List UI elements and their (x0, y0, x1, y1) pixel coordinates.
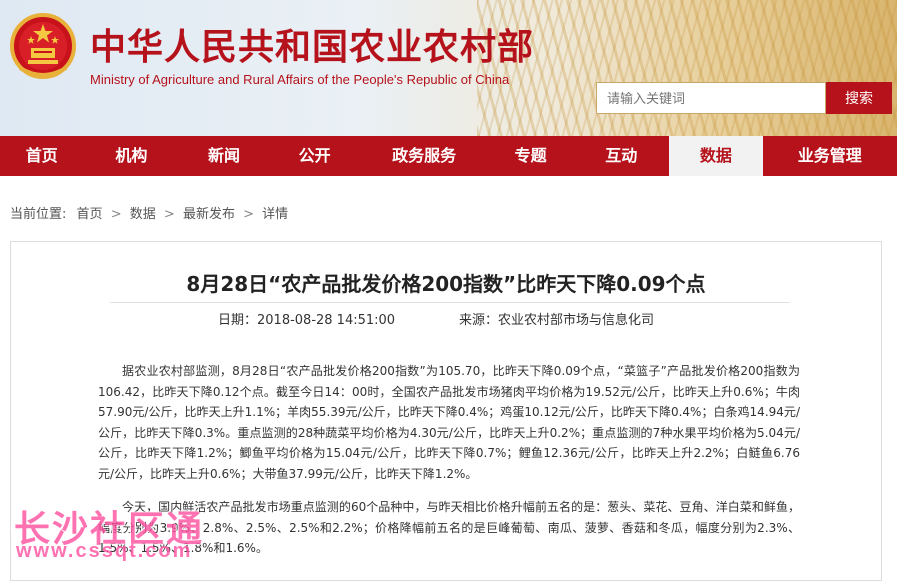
site-title-cn: 中华人民共和国农业农村部 (90, 26, 535, 68)
breadcrumb-current: 详情 (262, 207, 289, 222)
nav-item-interaction[interactable]: 互动 (573, 136, 669, 176)
breadcrumb-separator: > (243, 207, 254, 222)
nav-item-organization[interactable]: 机构 (84, 136, 180, 176)
nav-item-gov-services[interactable]: 政务服务 (360, 136, 487, 176)
title-divider (110, 302, 790, 303)
nav-item-news[interactable]: 新闻 (179, 136, 269, 176)
breadcrumb-prefix: 当前位置: (10, 207, 67, 222)
site-header: 中华人民共和国农业农村部 Ministry of Agriculture and… (0, 0, 897, 136)
wheat-banner-image (477, 0, 897, 136)
breadcrumb-separator: > (163, 207, 175, 222)
article-date: 日期：2018-08-28 14:51:00 (218, 313, 396, 328)
article-paragraph: 据农业农村部监测，8月28日“农产品批发价格200指数”为105.70，比昨天下… (98, 364, 800, 481)
nav-item-business[interactable]: 业务管理 (763, 136, 897, 176)
breadcrumb-link-data[interactable]: 数据 (130, 207, 156, 222)
breadcrumb-separator: > (110, 207, 122, 222)
breadcrumb-link-latest[interactable]: 最新发布 (183, 207, 235, 222)
watermark-url: www.cssqt.com (16, 540, 193, 562)
search-input[interactable] (596, 82, 826, 114)
breadcrumb-link-home[interactable]: 首页 (77, 207, 103, 222)
search-button[interactable]: 搜索 (826, 82, 892, 114)
national-emblem-icon (10, 13, 76, 79)
site-title-en: Ministry of Agriculture and Rural Affair… (90, 72, 510, 87)
nav-item-public[interactable]: 公开 (269, 136, 361, 176)
nav-item-data[interactable]: 数据 (669, 136, 763, 176)
nav-item-home[interactable]: 首页 (0, 136, 84, 176)
nav-item-topics[interactable]: 专题 (488, 136, 574, 176)
article-source: 来源：农业农村部市场与信息化司 (459, 313, 655, 328)
article-title: 8月28日“农产品批发价格200指数”比昨天下降0.09个点 (186, 272, 706, 296)
breadcrumb: 当前位置: 首页 > 数据 > 最新发布 > 详情 (10, 203, 288, 222)
main-nav: 首页 机构 新闻 公开 政务服务 专题 互动 数据 业务管理 (0, 136, 897, 176)
